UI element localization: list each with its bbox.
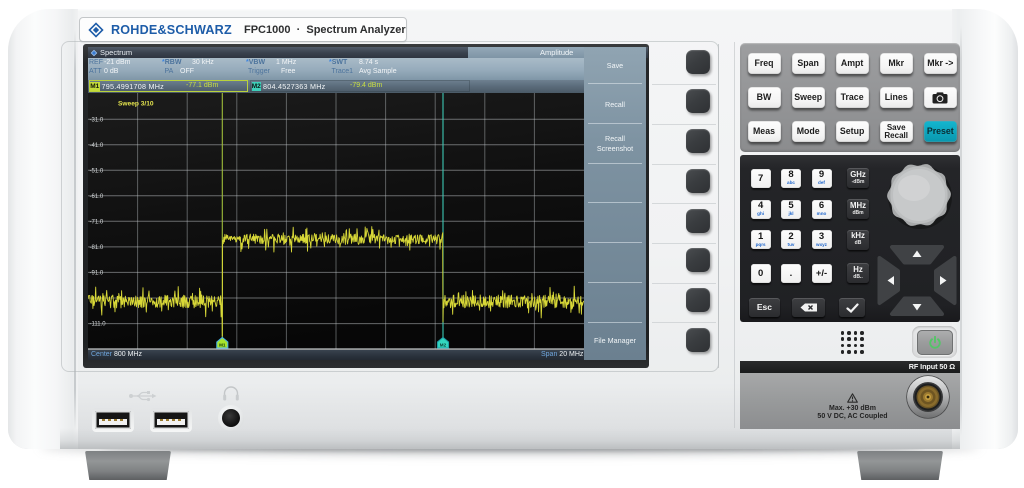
svg-text:-81.0: -81.0 xyxy=(90,245,104,251)
svg-text:-91.0: -91.0 xyxy=(90,270,104,276)
svg-text:M2: M2 xyxy=(440,342,447,347)
svg-text:Sweep 3/10: Sweep 3/10 xyxy=(118,100,154,107)
svg-text:-31.0: -31.0 xyxy=(90,117,104,123)
svg-text:-71.0: -71.0 xyxy=(90,219,104,225)
svg-text:M1: M1 xyxy=(219,342,226,347)
svg-text:-111.0: -111.0 xyxy=(90,321,107,327)
svg-text:-61.0: -61.0 xyxy=(90,193,104,199)
svg-text:-41.0: -41.0 xyxy=(90,142,104,148)
svg-text:-51.0: -51.0 xyxy=(90,168,104,174)
